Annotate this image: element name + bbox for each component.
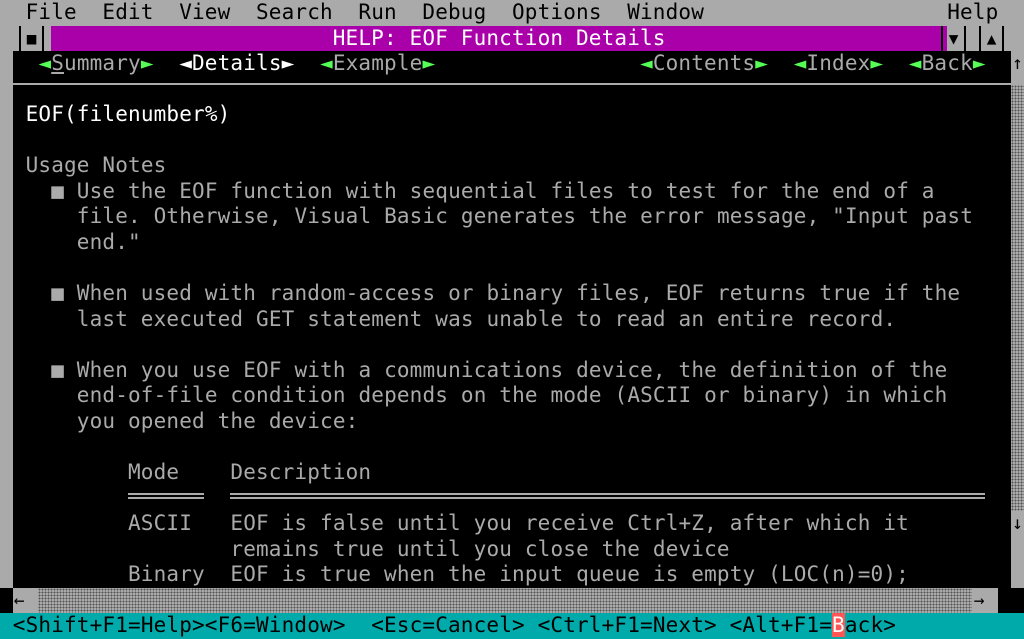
window-title-bar: ■ HELP: EOF Function Details ▼ ▲	[12, 25, 1024, 52]
menu-file[interactable]: File	[26, 0, 77, 26]
status-bar: <Shift+F1=Help> <F6=Window> <Esc=Cancel>…	[0, 613, 1024, 639]
close-box-icon[interactable]: ■	[18, 25, 45, 52]
status-window[interactable]: <F6=Window>	[205, 613, 346, 639]
scroll-up-icon[interactable]: ↑	[1011, 51, 1024, 77]
arrow-right-icon: ►	[755, 51, 769, 76]
table-divider	[128, 493, 204, 499]
table-divider	[230, 493, 986, 499]
menu-edit[interactable]: Edit	[102, 0, 153, 26]
bullet-3-line: end-of-file condition depends on the mod…	[76, 383, 948, 408]
scroll-left-icon[interactable]: ←	[13, 588, 26, 614]
bullet-1-line: file. Otherwise, Visual Basic generates …	[76, 204, 974, 229]
status-help[interactable]: <Shift+F1=Help>	[13, 613, 205, 639]
vertical-scroll-track[interactable]	[1011, 85, 1024, 512]
menu-debug[interactable]: Debug	[422, 0, 486, 26]
scroll-right-icon[interactable]: →	[973, 588, 986, 614]
horizontal-scroll-track[interactable]	[38, 588, 973, 614]
arrow-right-icon: ►	[422, 51, 436, 76]
arrow-left-icon: ◄	[640, 51, 653, 76]
nav-details[interactable]: ◄Details►	[179, 51, 294, 77]
vertical-scrollbar[interactable]: ↑ ↓	[1011, 51, 1024, 589]
minimize-button[interactable]: ▼	[940, 25, 967, 52]
menu-run[interactable]: Run	[358, 0, 396, 26]
nav-example[interactable]: ◄Example►	[320, 51, 435, 77]
section-heading: Usage Notes	[25, 153, 167, 178]
nav-divider	[12, 83, 1011, 85]
table-cell-mode: ASCII	[128, 511, 193, 536]
table-cell-description: EOF is false until you receive Ctrl+Z, a…	[230, 511, 909, 536]
menu-search[interactable]: Search	[256, 0, 333, 26]
horizontal-scrollbar[interactable]: ← →	[12, 588, 998, 614]
window-frame-left	[0, 25, 13, 588]
scroll-down-icon[interactable]: ↓	[1011, 511, 1024, 537]
status-back[interactable]: <Alt+F1=Back>	[730, 613, 896, 639]
table-header-description: Description	[230, 460, 372, 485]
bullet-icon: ■	[51, 178, 64, 203]
nav-index[interactable]: ◄Index►	[794, 51, 884, 77]
nav-back[interactable]: ◄Back►	[909, 51, 986, 77]
table-cell-mode: Binary	[128, 562, 205, 587]
nav-summary[interactable]: ◄Summary►	[38, 51, 153, 77]
arrow-right-icon: ►	[870, 51, 884, 76]
arrow-left-icon: ◄	[38, 51, 52, 76]
menu-window[interactable]: Window	[627, 0, 704, 26]
arrow-right-icon: ►	[281, 51, 295, 76]
arrow-left-icon: ◄	[320, 51, 333, 76]
menu-options[interactable]: Options	[512, 0, 602, 26]
menu-bar: File Edit View Search Run Debug Options …	[0, 0, 1024, 26]
status-next[interactable]: <Ctrl+F1=Next>	[538, 613, 717, 639]
arrow-left-icon: ◄	[793, 51, 807, 76]
arrow-right-icon: ►	[972, 51, 986, 76]
arrow-left-icon: ◄	[179, 51, 192, 76]
window-title: HELP: EOF Function Details	[332, 25, 666, 50]
bullet-3-line: When you use EOF with a communications d…	[76, 357, 948, 382]
bullet-1-line: end."	[76, 230, 141, 255]
table-header-mode: Mode	[128, 460, 180, 485]
syntax-line: EOF(filenumber%)	[25, 102, 231, 127]
bullet-2-line: When used with random-access or binary f…	[76, 281, 961, 306]
bullet-3-line: you opened the device:	[76, 408, 359, 433]
status-cancel[interactable]: <Esc=Cancel>	[371, 613, 525, 639]
table-cell-description: EOF is true when the input queue is empt…	[230, 562, 909, 587]
nav-contents[interactable]: ◄Contents►	[640, 51, 768, 77]
arrow-left-icon: ◄	[908, 51, 922, 76]
cursor-hotkey: B	[832, 613, 845, 638]
bullet-icon: ■	[51, 357, 64, 382]
bullet-1-line: Use the EOF function with sequential fil…	[76, 178, 935, 203]
arrow-right-icon: ►	[140, 51, 154, 76]
bullet-icon: ■	[51, 281, 64, 306]
menu-help[interactable]: Help	[947, 0, 998, 26]
bullet-2-line: last executed GET statement was unable t…	[76, 306, 897, 331]
menu-view[interactable]: View	[179, 0, 230, 26]
table-cell-description: remains true until you close the device	[230, 536, 730, 561]
title-fill: HELP: EOF Function Details	[51, 25, 948, 52]
maximize-button[interactable]: ▲	[978, 25, 1005, 52]
